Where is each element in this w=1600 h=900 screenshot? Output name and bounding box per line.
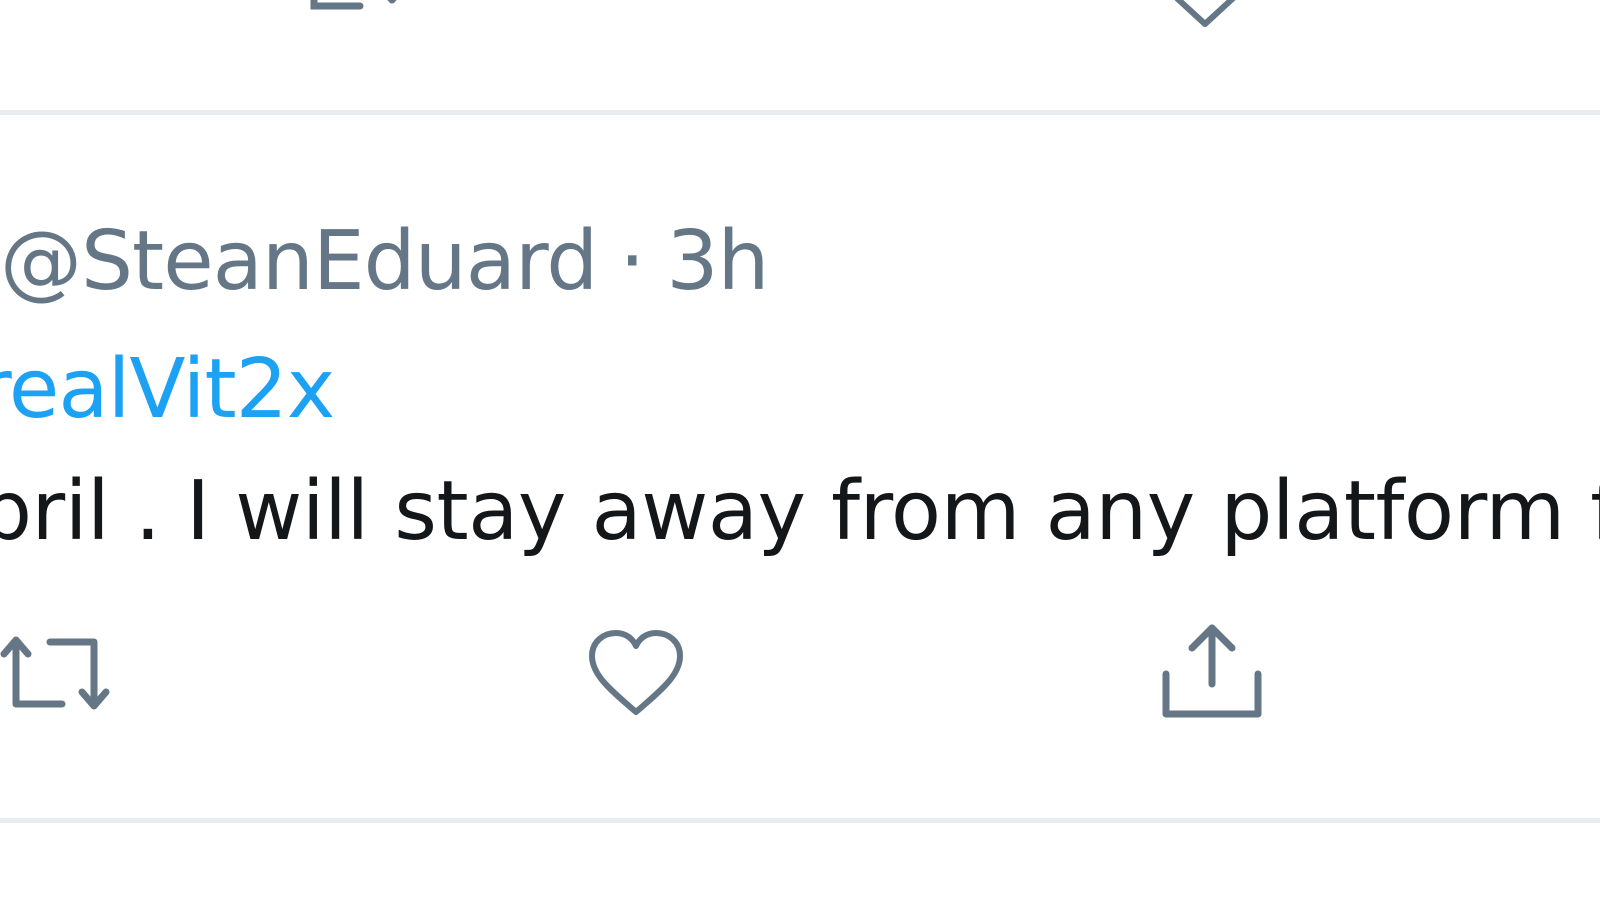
- heart-icon[interactable]: [1160, 0, 1250, 30]
- retweet-icon[interactable]: [0, 628, 120, 718]
- tweet-timestamp[interactable]: 3h: [666, 214, 769, 309]
- tweet-divider: [0, 110, 1600, 115]
- tweet-actions: [0, 618, 1600, 728]
- tweet-divider: [0, 818, 1600, 823]
- tweet-header: @SteanEduard · 3h: [0, 212, 770, 312]
- retweet-icon[interactable]: [300, 0, 420, 20]
- share-icon[interactable]: [1160, 622, 1264, 722]
- tweet-text: pril . I will stay away from any platfor…: [0, 464, 1600, 559]
- heart-icon[interactable]: [586, 628, 686, 720]
- timeline: @SteanEduard · 3h realVit2x pril . I will …: [0, 0, 1600, 900]
- previous-tweet-actions: [0, 0, 1600, 30]
- header-separator: ·: [619, 214, 645, 309]
- user-handle[interactable]: @SteanEduard: [0, 214, 598, 309]
- reply-mention[interactable]: realVit2x: [0, 340, 335, 440]
